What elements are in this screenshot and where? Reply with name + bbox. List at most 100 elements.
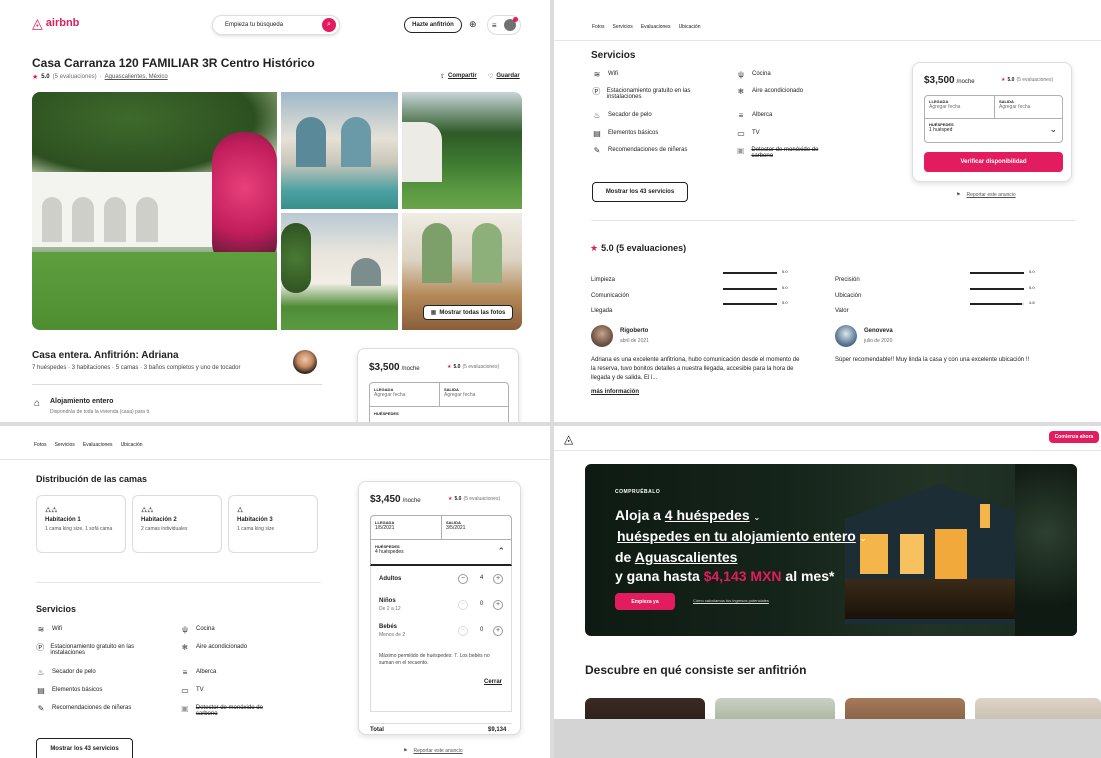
bottom-overlay bbox=[554, 719, 1101, 758]
airbnb-logo-icon[interactable]: ◬ bbox=[564, 432, 573, 446]
guests-label[interactable]: HUÉSPEDES bbox=[374, 411, 399, 416]
tab-ubicacion[interactable]: Ubicación bbox=[121, 442, 143, 448]
total-label: Total bbox=[370, 727, 384, 733]
tab-evaluaciones[interactable]: Evaluaciones bbox=[83, 442, 113, 448]
show-services-button[interactable]: Mostrar los 43 servicios bbox=[592, 182, 688, 202]
guests-value: 4 huéspedes bbox=[375, 549, 404, 555]
babies-decrement-button[interactable]: − bbox=[458, 626, 468, 636]
rating-bar bbox=[970, 288, 1024, 290]
report-link[interactable]: ⚑ Reportar este anuncio bbox=[956, 192, 1016, 198]
report-label: Reportar este anuncio bbox=[966, 192, 1016, 198]
start-now-button[interactable]: Comienza ahora bbox=[1049, 431, 1099, 443]
guests-dropdown[interactable]: 4 huéspedes bbox=[665, 507, 750, 523]
star-icon: ★ bbox=[590, 243, 599, 253]
service-label: Aire acondicionado bbox=[196, 644, 248, 650]
checkin-field[interactable]: LLEGADA 1/5/2021 bbox=[371, 516, 442, 540]
search-label: Empieza tu búsqueda bbox=[225, 22, 284, 28]
report-link[interactable]: ⚑ Reportar este anuncio bbox=[403, 748, 463, 754]
guests-field[interactable]: HUÉSPEDES 4 huéspedes ⌃ bbox=[371, 540, 511, 565]
review-text: Súper recomendable!! Muy linda la casa y… bbox=[835, 357, 1030, 363]
guests-field[interactable]: HUÉSPEDES 1 huésped ⌄ bbox=[925, 119, 1063, 143]
photo-2[interactable] bbox=[281, 92, 398, 209]
tab-fotos[interactable]: Fotos bbox=[592, 24, 605, 30]
rating-bar bbox=[723, 288, 777, 290]
service-item: ✎ Recomendaciones de niñeras bbox=[36, 705, 132, 713]
listing-reviews[interactable]: (5 evaluaciones) bbox=[53, 74, 97, 80]
checkout-value: 3/5/2021 bbox=[446, 525, 466, 531]
user-menu[interactable]: ≡ bbox=[487, 15, 521, 35]
kids-decrement-button[interactable]: − bbox=[458, 600, 468, 610]
chevron-down-icon[interactable]: ⌄ bbox=[860, 534, 867, 543]
guest-selector: Adultos − 4 + Niños De 2 a 12 − 0 + Bebé… bbox=[370, 566, 512, 712]
earnings-amount: $4,143 MXN bbox=[703, 568, 782, 584]
divider bbox=[370, 723, 512, 724]
service-label: Detector de monóxido de carbono bbox=[195, 705, 263, 717]
property-type-dropdown[interactable]: huéspedes en tu alojamiento entero bbox=[617, 528, 856, 544]
photo-4[interactable] bbox=[281, 213, 398, 330]
review-date: abril de 2021 bbox=[620, 338, 649, 344]
adults-decrement-button[interactable]: − bbox=[458, 574, 468, 584]
notification-dot bbox=[513, 17, 519, 22]
globe-icon[interactable]: ⊕ bbox=[469, 19, 477, 30]
checkin-field[interactable]: LLEGADA Agregar fecha bbox=[370, 383, 440, 407]
search-bar[interactable]: Empieza tu búsqueda ⌕ bbox=[212, 15, 340, 35]
checkout-field[interactable]: SALIDA 3/5/2021 bbox=[442, 516, 512, 540]
babies-increment-button[interactable]: + bbox=[493, 626, 503, 636]
tab-fotos[interactable]: Fotos bbox=[34, 442, 47, 448]
rating-label: Precisión bbox=[835, 277, 860, 283]
checkout-field[interactable]: SALIDA Agregar fecha bbox=[995, 96, 1063, 119]
service-label: Elementos básicos bbox=[52, 687, 103, 693]
tab-ubicacion[interactable]: Ubicación bbox=[679, 24, 701, 30]
check-availability-button[interactable]: Verificar disponibilidad bbox=[924, 152, 1063, 172]
checkin-field[interactable]: LLEGADA Agregar fecha bbox=[925, 96, 995, 119]
babies-label: Bebés bbox=[379, 624, 398, 630]
photo-3[interactable] bbox=[402, 92, 522, 209]
rating-bar-track bbox=[970, 303, 1024, 305]
main-photo[interactable] bbox=[32, 92, 277, 330]
host-avatar[interactable] bbox=[293, 350, 317, 374]
start-button[interactable]: Empieza ya bbox=[615, 593, 675, 610]
card-reviews[interactable]: (5 evaluaciones) bbox=[1016, 77, 1053, 83]
search-icon[interactable]: ⌕ bbox=[322, 18, 336, 32]
share-button[interactable]: ⇪ Compartir bbox=[440, 73, 477, 80]
service-label: Estacionamiento gratuito en las instalac… bbox=[50, 644, 135, 656]
flag-icon: ⚑ bbox=[956, 192, 961, 198]
save-button[interactable]: ♡ Guardar bbox=[488, 73, 520, 80]
chevron-down-icon[interactable]: ⌄ bbox=[754, 513, 761, 522]
show-services-button[interactable]: Mostrar los 43 servicios bbox=[36, 738, 133, 758]
kids-increment-button[interactable]: + bbox=[493, 600, 503, 610]
read-more-link[interactable]: más información bbox=[591, 389, 639, 395]
city-dropdown[interactable]: Aguascalientes bbox=[635, 549, 738, 565]
service-item: ≋ Wifi bbox=[36, 626, 62, 634]
adults-count: 4 bbox=[480, 575, 484, 581]
service-label: Estacionamiento gratuito en las instalac… bbox=[606, 88, 691, 100]
hero-banner: COMPRUÉBALO Aloja a 4 huéspedes ⌄ huéspe… bbox=[585, 464, 1077, 636]
listing-location[interactable]: Aguascalientes, México bbox=[105, 74, 168, 80]
tab-servicios[interactable]: Servicios bbox=[55, 442, 75, 448]
close-button[interactable]: Cerrar bbox=[484, 679, 502, 685]
divider bbox=[32, 384, 322, 385]
tab-evaluaciones[interactable]: Evaluaciones bbox=[641, 24, 671, 30]
room-name: Habitación 1 bbox=[45, 517, 81, 523]
airbnb-logo[interactable]: ◬ airbnb bbox=[32, 16, 79, 30]
ac-icon: ❄ bbox=[737, 87, 745, 96]
calculation-link[interactable]: Cómo calculamos tus ingresos potenciales bbox=[693, 598, 769, 603]
card-reviews[interactable]: (5 evaluaciones) bbox=[462, 364, 499, 370]
guests-value: 1 huésped bbox=[929, 127, 953, 133]
airbnb-logo-text: airbnb bbox=[45, 17, 80, 29]
show-all-photos-button[interactable]: ▦ Mostrar todas las fotos bbox=[423, 305, 513, 320]
grid-icon: ▦ bbox=[430, 310, 437, 316]
adults-increment-button[interactable]: + bbox=[493, 574, 503, 584]
headline: Aloja a 4 huéspedes ⌄ huéspedes en tu al… bbox=[615, 506, 905, 586]
reviewer-avatar[interactable] bbox=[835, 325, 857, 347]
host-button[interactable]: Hazte anfitrión bbox=[404, 17, 462, 33]
tab-servicios[interactable]: Servicios bbox=[613, 24, 633, 30]
services-reviews-panel: Fotos Servicios Evaluaciones Ubicación S… bbox=[554, 0, 1101, 422]
card-rating: ★ 5.0 (5 evaluaciones) bbox=[448, 496, 501, 502]
checkout-field[interactable]: SALIDA Agregar fecha bbox=[440, 383, 509, 407]
reviewer-avatar[interactable] bbox=[591, 325, 613, 347]
kids-count: 0 bbox=[480, 601, 484, 607]
babies-sublabel: Menos de 2 bbox=[379, 632, 406, 638]
co-detector-icon: ▣ bbox=[736, 146, 745, 155]
card-reviews[interactable]: (5 evaluaciones) bbox=[463, 496, 500, 502]
